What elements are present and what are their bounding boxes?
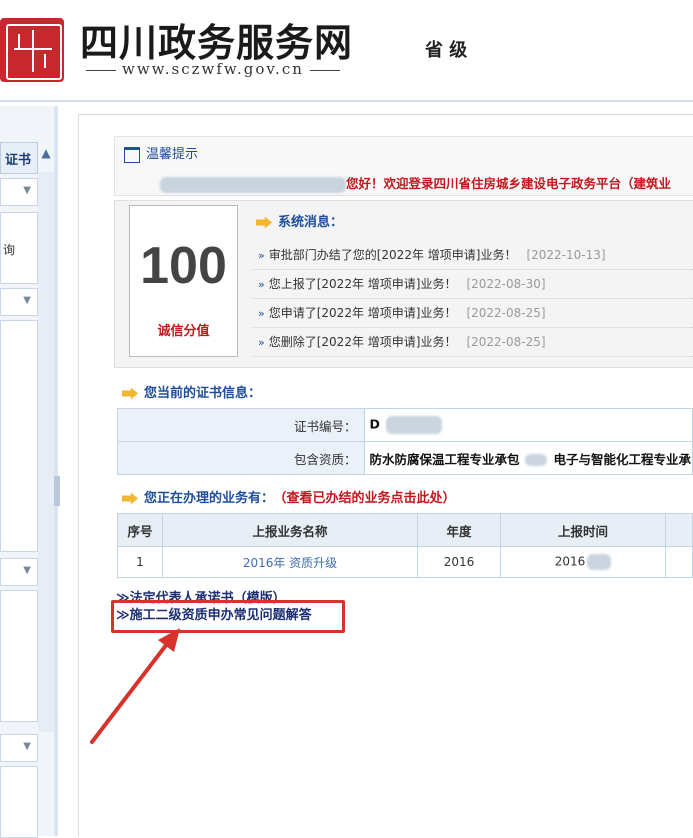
annotation-arrow-icon <box>90 628 180 744</box>
